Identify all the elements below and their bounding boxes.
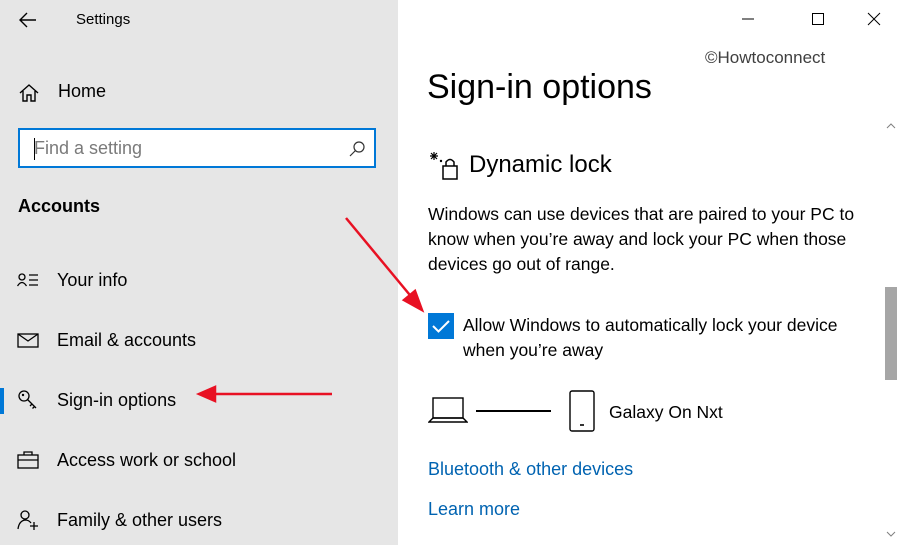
maximize-icon	[812, 13, 824, 25]
scroll-down-arrow-icon[interactable]	[885, 528, 897, 540]
sidebar-item-label: Sign-in options	[57, 390, 177, 410]
section-heading: Accounts	[18, 196, 101, 216]
maximize-button[interactable]	[798, 4, 838, 34]
mail-icon	[17, 333, 39, 348]
briefcase-icon	[17, 451, 39, 469]
search-icon[interactable]	[348, 140, 366, 158]
arrow-left-icon	[19, 12, 36, 28]
sidebar-item-email-accounts[interactable]: Email & accounts	[0, 318, 398, 362]
back-button[interactable]	[10, 6, 46, 34]
person-add-icon	[17, 510, 38, 530]
phone-icon	[569, 390, 595, 432]
sidebar-item-family-other-users[interactable]: Family & other users	[0, 498, 398, 542]
page-title: Sign-in options	[427, 68, 652, 106]
close-icon	[867, 12, 881, 26]
home-icon	[19, 84, 39, 102]
close-button[interactable]	[854, 4, 894, 34]
sidebar-item-label: Access work or school	[57, 450, 237, 470]
sidebar-item-access-work-or-school[interactable]: Access work or school	[0, 438, 398, 482]
checkmark-icon	[432, 320, 450, 333]
learn-more-link[interactable]: Learn more	[428, 499, 520, 520]
scroll-up-arrow-icon[interactable]	[885, 120, 897, 132]
watermark: ©Howtoconnect	[705, 48, 826, 67]
key-icon	[18, 390, 37, 409]
sidebar-item-label: Home	[58, 81, 107, 101]
section-title: Dynamic lock	[469, 151, 612, 178]
window-title: Settings	[76, 11, 131, 28]
minimize-icon	[742, 18, 754, 20]
minimize-button[interactable]	[728, 4, 768, 34]
sidebar-item-sign-in-options[interactable]: Sign-in options	[0, 378, 398, 422]
sidebar-item-label: Email & accounts	[57, 330, 197, 350]
scrollbar-thumb[interactable]	[885, 287, 897, 380]
content-pane: ©Howtoconnect Sign-in options Dynamic lo…	[398, 0, 899, 545]
dynamic-lock-description: Windows can use devices that are paired …	[428, 204, 855, 274]
sidebar-item-your-info[interactable]: Your info	[0, 258, 398, 302]
person-list-icon	[17, 273, 38, 287]
selection-indicator	[0, 388, 4, 414]
auto-lock-checkbox-label[interactable]: Allow Windows to automatically lock your…	[463, 313, 883, 363]
bluetooth-devices-link[interactable]: Bluetooth & other devices	[428, 459, 633, 480]
sidebar-item-home[interactable]: Home	[0, 74, 398, 110]
paired-device-name: Galaxy On Nxt	[609, 402, 723, 422]
search-box[interactable]	[18, 128, 376, 168]
laptop-icon	[428, 397, 468, 423]
sidebar-item-label: Your info	[57, 270, 128, 290]
dynamic-lock-icon	[430, 152, 458, 180]
pairing-connector	[476, 410, 551, 412]
auto-lock-checkbox[interactable]	[428, 313, 454, 339]
search-input[interactable]	[34, 136, 334, 160]
navigation-pane: Settings Home Accounts Your info Email &…	[0, 0, 398, 545]
sidebar-item-label: Family & other users	[57, 510, 223, 530]
